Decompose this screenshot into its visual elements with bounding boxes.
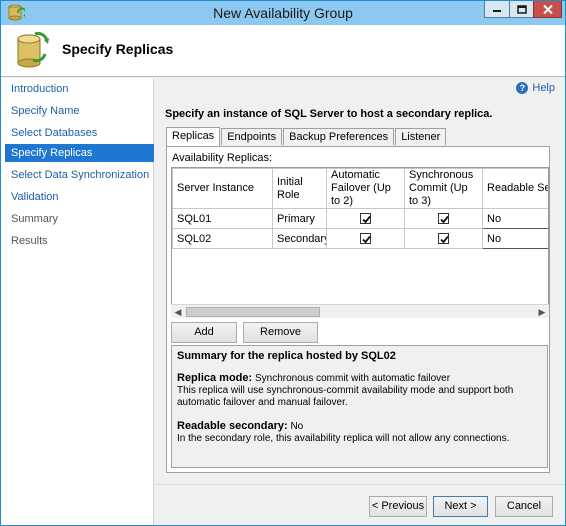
page-title: Specify Replicas [62,41,174,57]
col-header-readable-secondary[interactable]: Readable Secondary [482,168,548,209]
server-instance-cell: SQL01 [172,208,273,229]
nav-item-select-databases[interactable]: Select Databases [5,124,154,142]
nav-item-validation[interactable]: Validation [5,188,154,206]
automatic-failover-cell [326,228,405,249]
wizard-window: New Availability Group Specify Replicas … [0,0,566,526]
scroll-right-arrow-icon[interactable]: ▶ [536,306,548,318]
scroll-left-arrow-icon[interactable]: ◀ [172,306,184,318]
replica-mode-block: Replica mode: Synchronous commit with au… [177,372,542,409]
replica-mode-label: Replica mode: [177,372,253,384]
maximize-icon [516,4,527,14]
synchronous-commit-checkbox[interactable] [438,233,449,245]
horizontal-scrollbar[interactable]: ◀ ▶ [171,304,549,318]
server-instance-cell: SQL02 [172,228,273,249]
table-header-row: Server Instance Initial Role Automatic F… [172,168,548,209]
readable-secondary-dropdown[interactable]: No [482,228,548,249]
automatic-failover-checkbox[interactable] [360,233,371,245]
checkmark-icon [440,236,449,244]
nav-item-specify-replicas[interactable]: Specify Replicas [5,144,154,162]
add-replica-button[interactable]: Add Replica... [171,322,237,357]
scrollbar-thumb[interactable] [186,307,320,317]
title-bar[interactable]: New Availability Group [1,1,565,25]
replicas-table: Server Instance Initial Role Automatic F… [172,168,548,249]
readable-secondary-dropdown[interactable]: No [482,208,548,229]
close-icon [542,4,553,14]
help-icon: ? [516,82,529,94]
table-row[interactable]: SQL02 Secondary No [172,228,548,249]
col-header-initial-role[interactable]: Initial Role [272,168,327,209]
instruction-text: Specify an instance of SQL Server to hos… [165,108,493,120]
help-label: Help [532,82,555,94]
checkmark-icon [362,216,371,224]
synchronous-commit-cell [404,208,483,229]
nav-item-results: Results [11,235,48,247]
col-header-automatic-failover[interactable]: Automatic Failover (Up to 2) [326,168,405,209]
remove-replica-button[interactable]: Remove Replica [243,322,318,357]
automatic-failover-cell [326,208,405,229]
readable-secondary-description: In the secondary role, this availability… [177,433,510,444]
next-button[interactable]: Next > [433,496,488,517]
wizard-nav: Introduction Specify Name Select Databas… [1,78,154,525]
tab-backup-preferences[interactable]: Backup Preferences [283,128,395,145]
checkmark-icon [362,236,371,244]
col-header-synchronous-commit[interactable]: Synchronous Commit (Up to 3) [404,168,483,209]
tab-strip: Replicas Endpoints Backup Preferences Li… [166,127,447,146]
wizard-content: ? Help Specify an instance of SQL Server… [155,78,565,525]
replicas-tab-panel: Availability Replicas: Server Instance I… [166,146,550,473]
replica-mode-value: Synchronous commit with automatic failov… [254,373,451,384]
minimize-icon [493,10,501,12]
availability-group-icon [17,32,49,68]
window-title: New Availability Group [213,5,353,21]
minimize-button[interactable] [484,1,510,18]
tab-listener[interactable]: Listener [395,128,447,145]
table-row[interactable]: SQL01 Primary No [172,208,548,229]
synchronous-commit-checkbox[interactable] [438,213,449,225]
readable-secondary-block: Readable secondary: No In the secondary … [177,420,542,445]
help-link[interactable]: ? Help [516,82,555,94]
footer-divider [155,484,565,485]
nav-item-specify-name[interactable]: Specify Name [5,102,154,120]
wizard-header: Specify Replicas [1,25,565,77]
tab-replicas[interactable]: Replicas [166,127,221,146]
previous-button[interactable]: < Previous [369,496,427,517]
readable-secondary-label: Readable secondary: [177,420,288,432]
tab-endpoints[interactable]: Endpoints [221,128,283,145]
readable-secondary-value: No [290,421,304,432]
nav-item-select-data-synchronization[interactable]: Select Data Synchronization [5,166,154,184]
cancel-button[interactable]: Cancel [495,496,553,517]
checkmark-icon [440,216,449,224]
nav-item-introduction[interactable]: Introduction [5,80,154,98]
synchronous-commit-cell [404,228,483,249]
nav-item-summary: Summary [11,213,59,225]
initial-role-cell: Secondary [272,228,327,249]
summary-title: Summary for the replica hosted by SQL02 [177,350,396,362]
col-header-server-instance[interactable]: Server Instance [172,168,273,209]
close-button[interactable] [533,1,562,18]
maximize-button[interactable] [509,1,534,18]
automatic-failover-checkbox[interactable] [360,213,371,225]
availability-replicas-label: Availability Replicas: [172,152,273,164]
replica-mode-description: This replica will use synchronous-commit… [177,385,514,408]
replica-summary-panel: Summary for the replica hosted by SQL02 … [171,345,548,468]
initial-role-cell: Primary [272,208,327,229]
replicas-grid[interactable]: Server Instance Initial Role Automatic F… [171,167,549,318]
